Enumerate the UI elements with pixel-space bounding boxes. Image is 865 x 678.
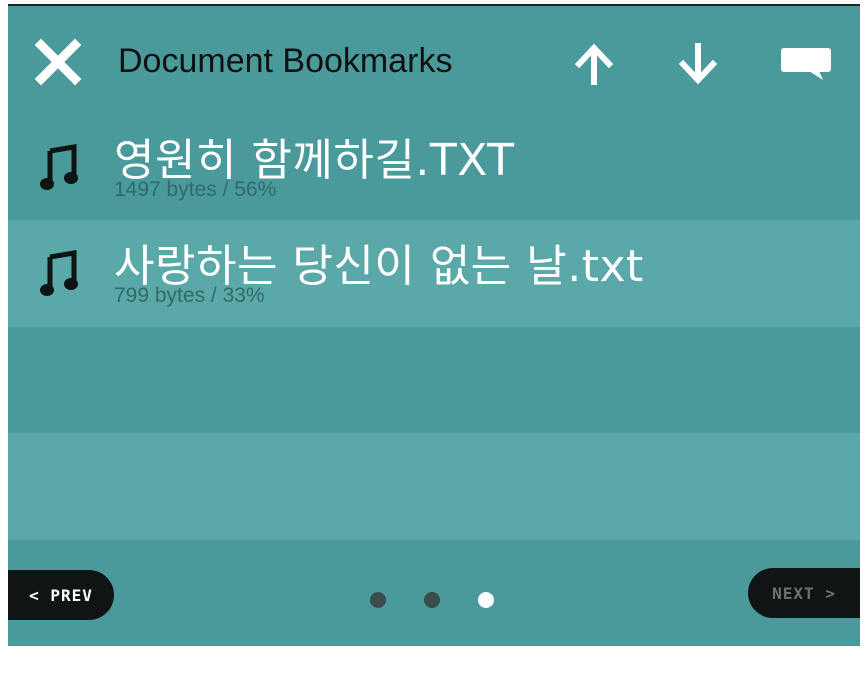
pagination-footer: < PREV NEXT >: [8, 540, 860, 646]
bookmark-meta: 1497 bytes / 56%: [114, 178, 277, 201]
comment-button[interactable]: [776, 36, 836, 92]
speech-bubble-icon: [781, 48, 831, 80]
bookmark-row[interactable]: 사랑하는 당신이 없는 날.txt 799 bytes / 33%: [8, 220, 860, 327]
music-note-icon: [38, 246, 82, 302]
move-up-button[interactable]: [568, 36, 620, 92]
close-button[interactable]: [32, 36, 84, 88]
move-down-button[interactable]: [672, 36, 724, 92]
page-title: Document Bookmarks: [118, 42, 453, 80]
prev-button[interactable]: < PREV: [8, 570, 114, 620]
page-dot[interactable]: [370, 592, 386, 608]
empty-row: [8, 327, 860, 434]
music-note-icon: [38, 140, 82, 196]
arrow-up-icon: [574, 43, 614, 85]
header-bar: Document Bookmarks: [8, 6, 860, 116]
page-indicator: [368, 592, 498, 612]
page-dot[interactable]: [424, 592, 440, 608]
next-button[interactable]: NEXT >: [748, 568, 860, 618]
arrow-down-icon: [678, 43, 718, 85]
close-icon: [34, 38, 82, 86]
bookmark-meta: 799 bytes / 33%: [114, 284, 265, 307]
empty-row: [8, 433, 860, 540]
page-dot-active[interactable]: [478, 592, 494, 608]
bookmark-row[interactable]: 영원히 함께하길.TXT 1497 bytes / 56%: [8, 114, 860, 221]
bookmarks-screen: Document Bookmarks 영원히 함께하길.TXT 1497 byt…: [8, 4, 860, 646]
